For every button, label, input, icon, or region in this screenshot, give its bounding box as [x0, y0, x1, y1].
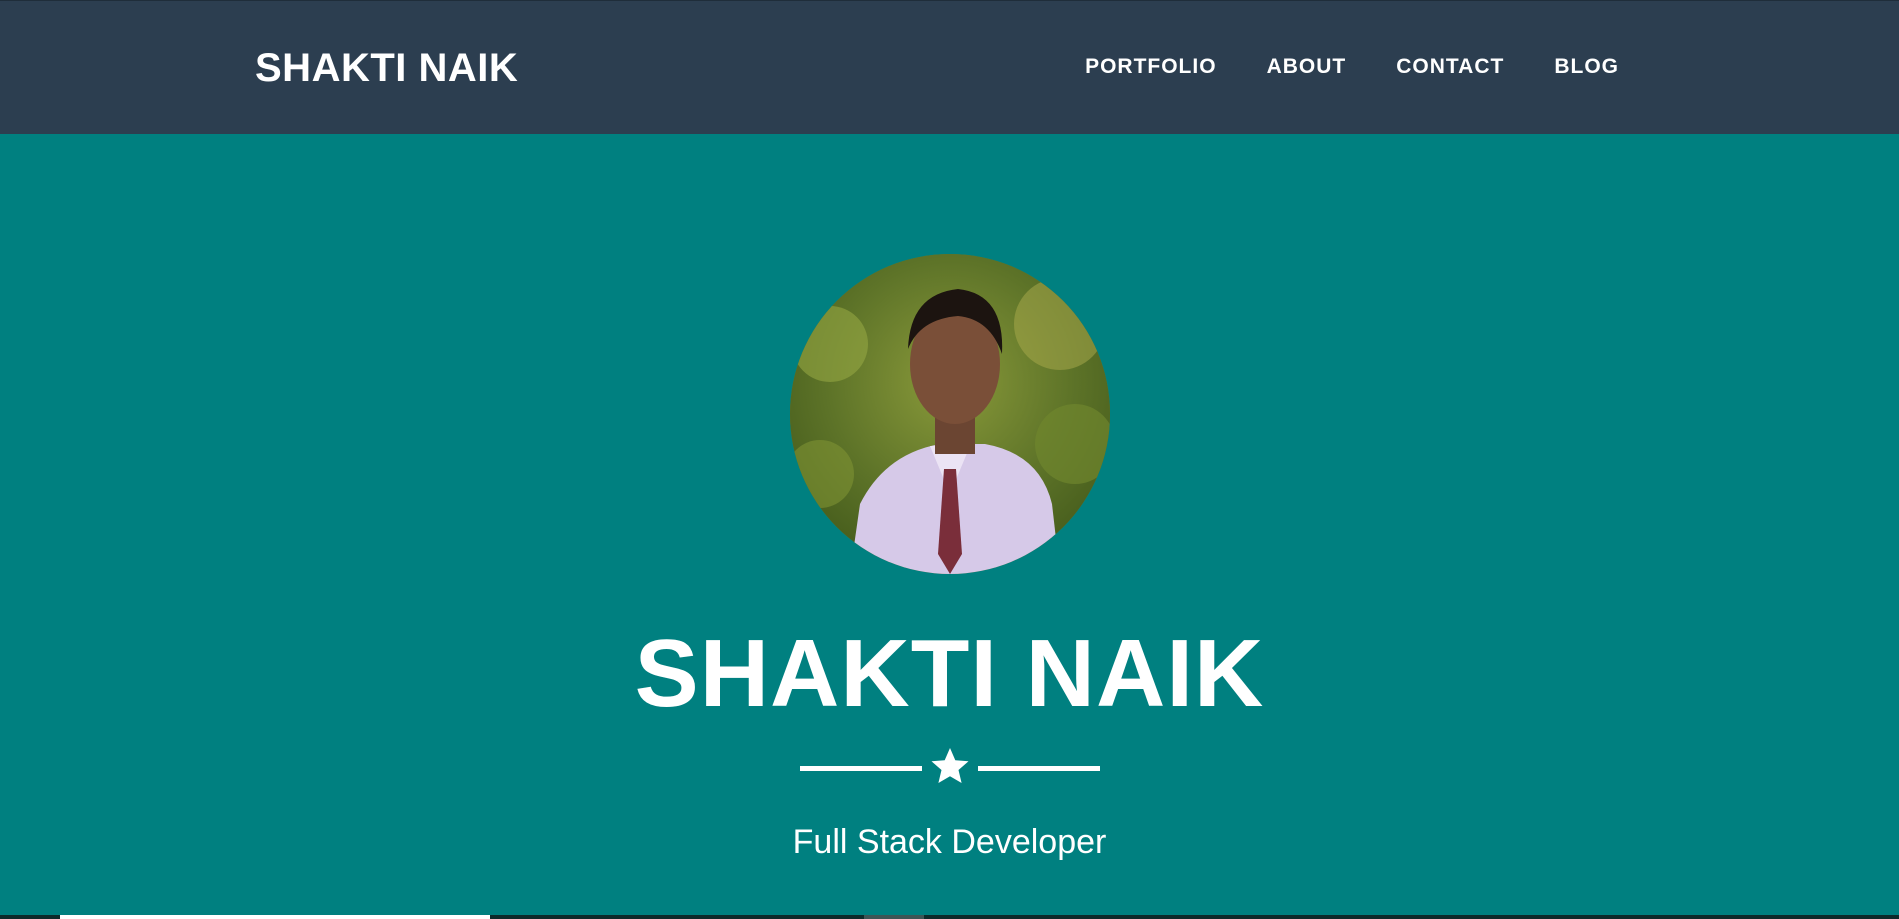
nav-link-contact[interactable]: CONTACT	[1396, 55, 1504, 78]
hero-section: SHAKTI NAIK Full Stack Developer	[0, 134, 1899, 915]
nav-item-portfolio: PORTFOLIO	[1085, 49, 1217, 85]
hero-tagline: Full Stack Developer	[792, 823, 1107, 861]
scrollbar-thumb[interactable]	[60, 915, 490, 919]
nav-link-blog[interactable]: BLOG	[1554, 55, 1619, 78]
scrollbar-marker	[864, 915, 924, 919]
brand-link[interactable]: SHAKTI NAIK	[255, 41, 518, 95]
avatar	[790, 254, 1110, 574]
star-divider	[800, 746, 1100, 790]
horizontal-scrollbar[interactable]	[0, 915, 1899, 919]
nav-link-about[interactable]: ABOUT	[1267, 55, 1347, 78]
star-icon	[931, 748, 969, 783]
nav-item-about: ABOUT	[1267, 49, 1347, 85]
navbar: SHAKTI NAIK PORTFOLIO ABOUT CONTACT BLOG	[0, 0, 1899, 134]
nav-item-blog: BLOG	[1554, 49, 1619, 85]
divider-line-left	[800, 766, 922, 771]
nav-link-portfolio[interactable]: PORTFOLIO	[1085, 55, 1217, 78]
hero-name: SHAKTI NAIK	[634, 620, 1265, 727]
nav-links: PORTFOLIO ABOUT CONTACT BLOG	[1085, 49, 1619, 85]
divider-line-right	[978, 766, 1100, 771]
profile-photo-icon	[790, 254, 1110, 574]
nav-item-contact: CONTACT	[1396, 49, 1504, 85]
